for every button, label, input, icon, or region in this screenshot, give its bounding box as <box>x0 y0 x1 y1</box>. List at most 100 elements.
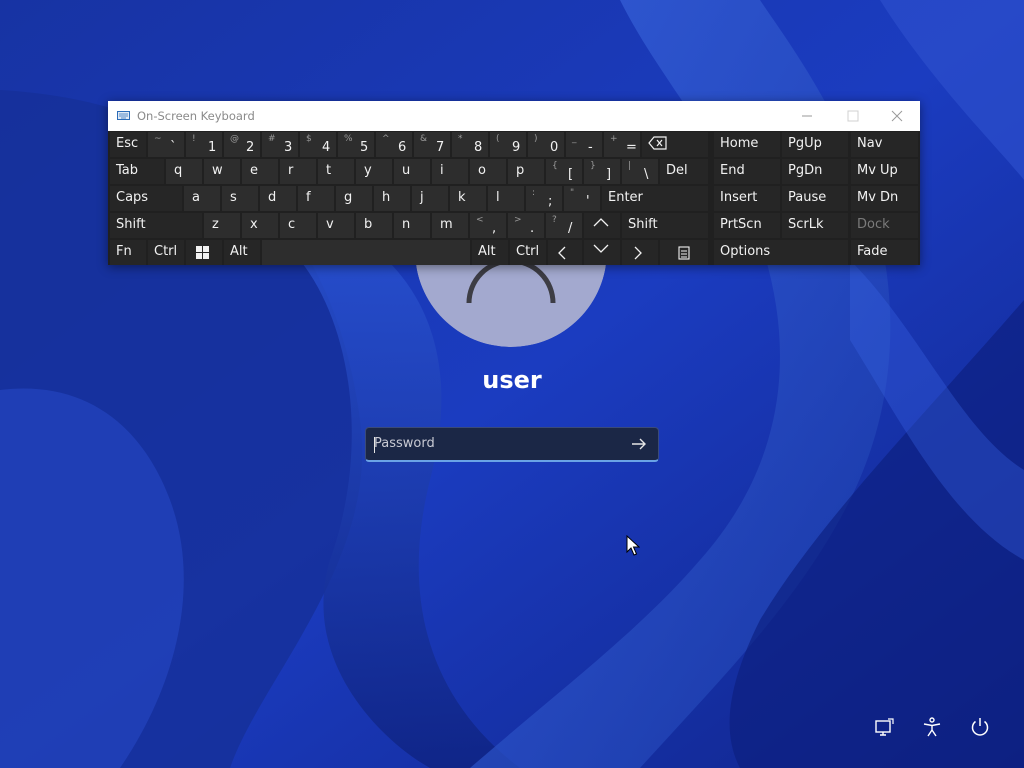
mouse-cursor <box>626 535 640 556</box>
key-ctrl-left[interactable]: Ctrl <box>148 240 184 265</box>
key-e[interactable]: e <box>242 159 278 184</box>
key-o[interactable]: o <box>470 159 506 184</box>
key-comma[interactable]: <, <box>470 213 506 238</box>
key-a[interactable]: a <box>184 186 220 211</box>
key-label: Alt <box>478 244 496 259</box>
key-dock[interactable]: Dock <box>851 213 918 238</box>
key-h[interactable]: h <box>374 186 410 211</box>
key-label: b <box>364 217 373 232</box>
key-end[interactable]: End <box>714 159 780 184</box>
password-input[interactable] <box>366 428 624 459</box>
key-f[interactable]: f <box>298 186 334 211</box>
key-p[interactable]: p <box>508 159 544 184</box>
key-i[interactable]: i <box>432 159 468 184</box>
key-caps[interactable]: Caps <box>110 186 182 211</box>
key-t[interactable]: t <box>318 159 354 184</box>
network-icon[interactable] <box>873 716 895 738</box>
key-fade[interactable]: Fade <box>851 240 918 265</box>
key-q[interactable]: q <box>166 159 202 184</box>
key-del[interactable]: Del <box>660 159 708 184</box>
key-windows[interactable] <box>186 240 222 265</box>
maximize-icon[interactable] <box>830 101 876 131</box>
key-5[interactable]: % 5 <box>338 132 374 157</box>
key-j[interactable]: j <box>412 186 448 211</box>
key-nav[interactable]: Nav <box>851 132 918 157</box>
key-4[interactable]: $4 <box>300 132 336 157</box>
key-9[interactable]: (9 <box>490 132 526 157</box>
key-options[interactable]: Options <box>714 240 848 265</box>
arrow-right-icon[interactable] <box>628 434 650 454</box>
key-fn[interactable]: Fn <box>110 240 146 265</box>
key-z[interactable]: z <box>204 213 240 238</box>
key-y[interactable]: y <box>356 159 392 184</box>
key-esc[interactable]: Esc <box>110 132 146 157</box>
key-3[interactable]: #3 <box>262 132 298 157</box>
key-pause[interactable]: Pause <box>782 186 848 211</box>
key-c[interactable]: c <box>280 213 316 238</box>
key-shift-label: ! <box>192 134 196 144</box>
key-period[interactable]: >. <box>508 213 544 238</box>
key-up-arrow[interactable] <box>584 213 620 238</box>
key-left-arrow[interactable] <box>548 240 582 265</box>
key-shift-right[interactable]: Shift <box>622 213 708 238</box>
key-b[interactable]: b <box>356 213 392 238</box>
key-insert[interactable]: Insert <box>714 186 780 211</box>
key-w[interactable]: w <box>204 159 240 184</box>
key-0[interactable]: ) 0 <box>528 132 564 157</box>
key-r[interactable]: r <box>280 159 316 184</box>
key-pgup[interactable]: PgUp <box>782 132 848 157</box>
key-right-bracket[interactable]: }] <box>584 159 620 184</box>
key-shift-label: > <box>514 215 522 225</box>
key-ctrl-right[interactable]: Ctrl <box>510 240 546 265</box>
key-8[interactable]: * 8 <box>452 132 488 157</box>
key-d[interactable]: d <box>260 186 296 211</box>
key-x[interactable]: x <box>242 213 278 238</box>
osk-title-bar[interactable]: On-Screen Keyboard <box>108 101 920 131</box>
key-equals[interactable]: + = <box>604 132 640 157</box>
key-right-arrow[interactable] <box>622 240 658 265</box>
key-l[interactable]: l <box>488 186 524 211</box>
key-space[interactable] <box>262 240 470 265</box>
minimize-icon[interactable] <box>784 101 830 131</box>
key-label: 4 <box>322 140 331 155</box>
key-menu[interactable] <box>660 240 708 265</box>
close-icon[interactable] <box>874 101 920 131</box>
key-7[interactable]: & 7 <box>414 132 450 157</box>
power-icon[interactable] <box>969 716 991 738</box>
key-pgdn[interactable]: PgDn <box>782 159 848 184</box>
key-shift-left[interactable]: Shift <box>110 213 202 238</box>
key-v[interactable]: v <box>318 213 354 238</box>
key-s[interactable]: s <box>222 186 258 211</box>
key-semicolon[interactable]: :; <box>526 186 562 211</box>
key-prtscn[interactable]: PrtScn <box>714 213 780 238</box>
key-alt-right[interactable]: Alt <box>472 240 508 265</box>
key-2[interactable]: @2 <box>224 132 260 157</box>
key-6[interactable]: ^ 6 <box>376 132 412 157</box>
key-alt-left[interactable]: Alt <box>224 240 260 265</box>
key-scrlk[interactable]: ScrLk <box>782 213 848 238</box>
key-label: q <box>174 163 183 178</box>
key-n[interactable]: n <box>394 213 430 238</box>
key-tab[interactable]: Tab <box>110 159 164 184</box>
key-m[interactable]: m <box>432 213 468 238</box>
on-screen-keyboard-window: On-Screen Keyboard Esc ~ ` ! 1 @2 #3 $4 % 5… <box>108 101 920 265</box>
key-1[interactable]: ! 1 <box>186 132 222 157</box>
keyboard-icon <box>117 111 130 120</box>
key-quote[interactable]: " ' <box>564 186 600 211</box>
key-k[interactable]: k <box>450 186 486 211</box>
key-backspace[interactable] <box>642 132 708 157</box>
key-mv-up[interactable]: Mv Up <box>851 159 918 184</box>
key-enter[interactable]: Enter <box>602 186 708 211</box>
key-g[interactable]: g <box>336 186 372 211</box>
key-slash[interactable]: ? / <box>546 213 582 238</box>
key-minus[interactable]: _ - <box>566 132 602 157</box>
key-backtick[interactable]: ~ ` <box>148 132 184 157</box>
key-left-bracket[interactable]: {[ <box>546 159 582 184</box>
key-mv-dn[interactable]: Mv Dn <box>851 186 918 211</box>
key-u[interactable]: u <box>394 159 430 184</box>
key-down-arrow[interactable] <box>584 240 620 265</box>
key-backslash[interactable]: | \ <box>622 159 658 184</box>
accessibility-icon[interactable] <box>921 716 943 738</box>
password-box[interactable] <box>365 427 659 462</box>
key-home[interactable]: Home <box>714 132 780 157</box>
